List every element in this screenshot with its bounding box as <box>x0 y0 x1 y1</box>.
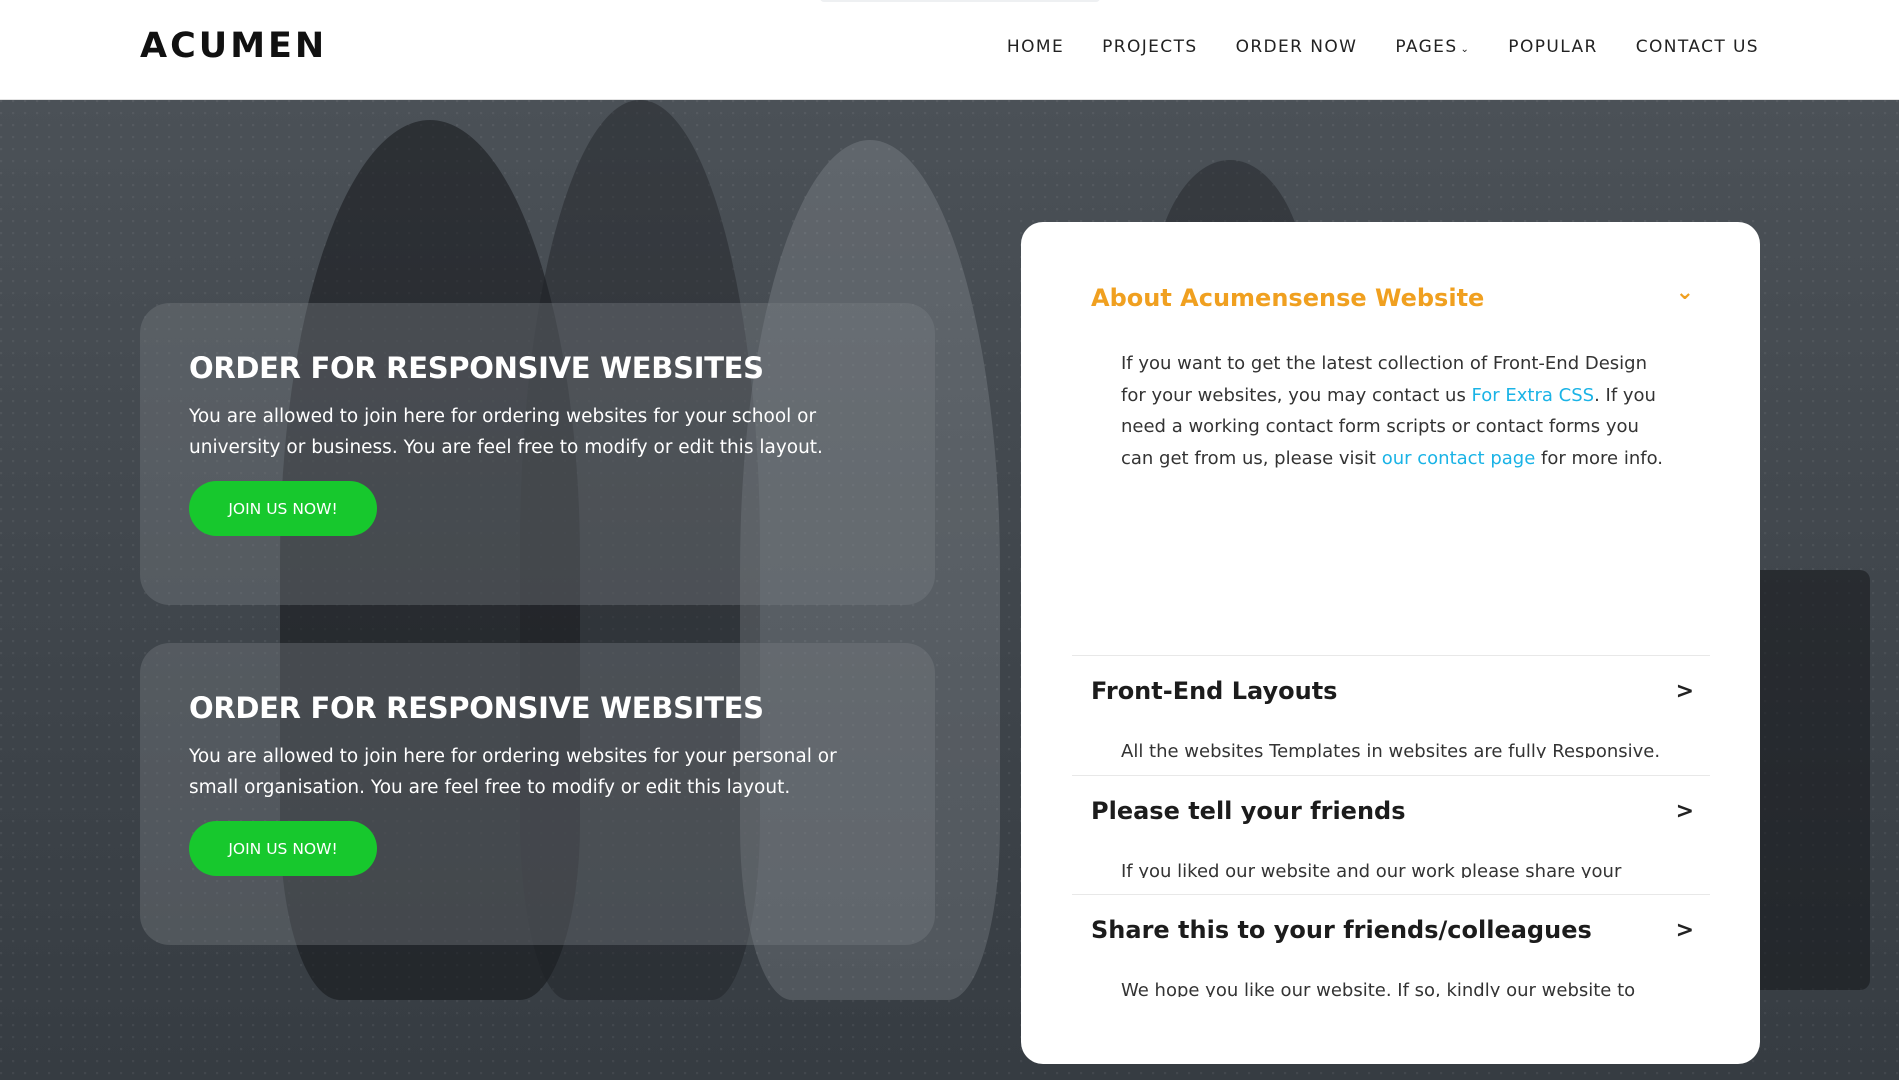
accordion-panel: About Acumensense Website ⌄ If you want … <box>1021 222 1760 1064</box>
accordion-body-preview: All the websites Templates in websites a… <box>1072 736 1710 758</box>
nav-home-label: HOME <box>1006 37 1065 57</box>
extra-css-link[interactable]: For Extra CSS <box>1472 385 1595 406</box>
nav-contact-us[interactable]: CONTACT US <box>1636 37 1759 57</box>
nav-popular-label: POPULAR <box>1508 37 1598 57</box>
site-logo[interactable]: ACUMEN <box>140 26 327 66</box>
nav-pages[interactable]: PAGES ⌄ <box>1395 37 1470 57</box>
accordion-divider <box>1072 775 1710 776</box>
accordion-item-front-end-layouts: Front-End Layouts > All the websites Tem… <box>1072 677 1710 758</box>
accordion-body-about: If you want to get the latest collection… <box>1072 348 1710 474</box>
accordion-title: About Acumensense Website <box>1091 284 1485 312</box>
top-scroll-indicator <box>820 0 1100 2</box>
promo-card-title: ORDER FOR RESPONSIVE WEBSITES <box>189 351 764 385</box>
site-header: ACUMEN HOME PROJECTS ORDER NOW PAGES ⌄ PO… <box>0 0 1899 100</box>
nav-order-now-label: ORDER NOW <box>1235 37 1358 57</box>
promo-card-1: ORDER FOR RESPONSIVE WEBSITES You are al… <box>140 303 935 605</box>
accordion-divider <box>1072 894 1710 895</box>
about-text-3: for more info. <box>1535 447 1664 469</box>
nav-home[interactable]: HOME <box>1007 37 1064 57</box>
accordion-header-share[interactable]: Share this to your friends/colleagues > <box>1072 916 1710 944</box>
nav-pages-label: PAGES <box>1395 37 1458 57</box>
accordion-body-preview: We hope you like our website. If so, kin… <box>1072 975 1710 997</box>
background-chair <box>1750 570 1870 990</box>
chevron-right-icon[interactable]: > <box>1676 679 1694 704</box>
accordion-item-about: About Acumensense Website ⌄ If you want … <box>1072 280 1710 474</box>
chevron-right-icon[interactable]: > <box>1676 799 1694 824</box>
join-us-button[interactable]: JOIN US NOW! <box>189 821 377 876</box>
promo-card-title: ORDER FOR RESPONSIVE WEBSITES <box>189 691 764 725</box>
promo-card-text: You are allowed to join here for orderin… <box>189 406 823 458</box>
accordion-preview-text: All the websites Templates in websites a… <box>1121 741 1661 758</box>
accordion-divider <box>1072 655 1710 656</box>
nav-projects[interactable]: PROJECTS <box>1102 37 1197 57</box>
accordion-title: Front-End Layouts <box>1091 677 1338 705</box>
nav-contact-us-label: CONTACT US <box>1635 37 1759 57</box>
accordion-preview-text: If you liked our website and our work pl… <box>1121 861 1622 878</box>
nav-order-now[interactable]: ORDER NOW <box>1236 37 1358 57</box>
accordion-title: Share this to your friends/colleagues <box>1091 916 1592 944</box>
promo-card-2: ORDER FOR RESPONSIVE WEBSITES You are al… <box>140 643 935 945</box>
accordion-item-tell-friends: Please tell your friends > If you liked … <box>1072 797 1710 878</box>
main-nav: HOME PROJECTS ORDER NOW PAGES ⌄ POPULAR C… <box>969 37 1759 57</box>
promo-card-text: You are allowed to join here for orderin… <box>189 746 837 798</box>
nav-popular[interactable]: POPULAR <box>1508 37 1597 57</box>
accordion-header-tell-friends[interactable]: Please tell your friends > <box>1072 797 1710 825</box>
accordion-item-share: Share this to your friends/colleagues > … <box>1072 916 1710 997</box>
accordion-body-preview: If you liked our website and our work pl… <box>1072 856 1710 878</box>
accordion-header-about[interactable]: About Acumensense Website ⌄ <box>1072 280 1710 313</box>
accordion-title: Please tell your friends <box>1091 797 1406 825</box>
contact-page-link[interactable]: our contact page <box>1382 448 1536 469</box>
accordion-header-front-end-layouts[interactable]: Front-End Layouts > <box>1072 677 1710 705</box>
nav-projects-label: PROJECTS <box>1102 37 1198 57</box>
chevron-right-icon[interactable]: > <box>1676 918 1694 943</box>
join-us-button[interactable]: JOIN US NOW! <box>189 481 377 536</box>
chevron-down-icon[interactable]: ⌄ <box>1676 280 1694 305</box>
chevron-down-icon: ⌄ <box>1460 43 1471 55</box>
accordion-preview-text: We hope you like our website. If so, kin… <box>1121 980 1636 997</box>
